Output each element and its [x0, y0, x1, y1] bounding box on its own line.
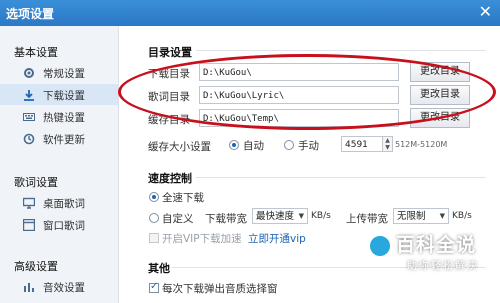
download-bandwidth-value: 最快速度 — [256, 211, 295, 222]
download-dir-label: 下载目录 — [148, 68, 190, 80]
sidebar-item-download[interactable]: 下载设置 — [0, 84, 118, 105]
equalizer-icon — [24, 283, 34, 292]
sidebar-item-label: 软件更新 — [43, 134, 85, 146]
title-bar: 选项设置 ✕ — [0, 0, 500, 26]
sidebar-item-label: 音效设置 — [43, 282, 85, 294]
section-title-directory: 目录设置 — [148, 46, 192, 59]
change-lyric-dir-button[interactable]: 更改目录 — [410, 85, 470, 105]
download-bandwidth-unit: KB/s — [311, 211, 331, 221]
divider — [196, 50, 486, 51]
cache-auto-label: 自动 — [243, 140, 264, 152]
keyboard-icon — [23, 113, 35, 121]
cache-auto-radio[interactable] — [229, 140, 239, 150]
upload-bandwidth-select[interactable]: 无限制 ▼ — [393, 208, 449, 224]
desktop-lyric-icon — [23, 197, 35, 209]
sidebar-item-window-lyric[interactable]: 窗口歌词 — [0, 214, 118, 235]
sidebar: 基本设置 常规设置 下载设置 热键设置 软件更新 歌词设置 桌面歌词 窗口歌词 … — [0, 26, 119, 303]
sidebar-group-advanced: 高级设置 — [14, 260, 58, 273]
chevron-down-icon: ▼ — [298, 212, 304, 220]
close-button[interactable]: ✕ — [479, 2, 492, 22]
lyric-dir-field[interactable]: D:\KuGou\Lyric\ — [199, 86, 399, 104]
sidebar-item-label: 常规设置 — [43, 68, 85, 80]
quality-popup-label: 每次下载弹出音质选择窗 — [162, 283, 278, 295]
change-cache-dir-button[interactable]: 更改目录 — [410, 108, 470, 128]
custom-speed-label: 自定义 — [162, 213, 194, 225]
sidebar-group-basic: 基本设置 — [14, 46, 58, 59]
upload-bandwidth-value: 无限制 — [397, 211, 426, 222]
open-vip-link[interactable]: 立即开通vip — [248, 231, 306, 246]
lyric-dir-label: 歌词目录 — [148, 91, 190, 103]
chevron-down-icon: ▼ — [439, 212, 445, 220]
cache-size-label: 缓存大小设置 — [148, 141, 211, 153]
upload-bandwidth-unit: KB/s — [452, 211, 472, 221]
watermark-subtitle: 助你轻松解决 — [407, 261, 479, 272]
cache-dir-label: 缓存目录 — [148, 114, 190, 126]
change-download-dir-button[interactable]: 更改目录 — [410, 62, 470, 82]
sidebar-item-general[interactable]: 常规设置 — [0, 62, 118, 83]
window-title: 选项设置 — [6, 7, 55, 21]
quality-popup-checkbox[interactable] — [149, 281, 159, 293]
cache-size-range: 512M-5120M — [395, 140, 448, 149]
section-title-speed: 速度控制 — [148, 172, 192, 185]
update-icon — [23, 133, 35, 145]
sidebar-group-lyrics: 歌词设置 — [14, 176, 58, 189]
watermark-logo-icon — [368, 234, 392, 258]
gear-icon — [24, 68, 34, 78]
sidebar-item-label: 热键设置 — [43, 112, 85, 124]
full-speed-label: 全速下载 — [162, 192, 204, 204]
download-icon — [24, 90, 34, 101]
cache-size-input[interactable]: 4591 — [341, 136, 383, 152]
vip-boost-label: 开启VIP下载加速 — [162, 233, 242, 245]
vip-boost-checkbox[interactable] — [149, 233, 159, 243]
sidebar-item-label: 窗口歌词 — [43, 220, 85, 232]
upload-bandwidth-label: 上传带宽 — [346, 213, 388, 225]
sidebar-item-audio-effect[interactable]: 音效设置 — [0, 276, 118, 297]
section-title-other: 其他 — [148, 262, 170, 275]
download-bandwidth-label: 下载带宽 — [205, 213, 247, 225]
sidebar-item-label: 下载设置 — [43, 90, 85, 102]
watermark-title: 百科全说 — [396, 234, 477, 256]
sidebar-item-hotkey[interactable]: 热键设置 — [0, 106, 118, 127]
window-lyric-icon — [23, 219, 35, 231]
cache-dir-field[interactable]: D:\KuGou\Temp\ — [199, 109, 399, 127]
full-speed-radio[interactable] — [149, 192, 159, 202]
cache-manual-radio[interactable] — [284, 140, 294, 150]
custom-speed-radio[interactable] — [149, 213, 159, 223]
cache-size-stepper[interactable]: ▲ ▼ — [383, 136, 393, 152]
divider — [196, 177, 486, 178]
download-dir-field[interactable]: D:\KuGou\ — [199, 63, 399, 81]
cache-manual-label: 手动 — [298, 140, 319, 152]
download-bandwidth-select[interactable]: 最快速度 ▼ — [252, 208, 308, 224]
watermark: 百科全说 助你轻松解决 — [368, 226, 488, 278]
sidebar-item-desktop-lyric[interactable]: 桌面歌词 — [0, 192, 118, 213]
sidebar-item-update[interactable]: 软件更新 — [0, 128, 118, 149]
sidebar-item-label: 桌面歌词 — [43, 198, 85, 210]
